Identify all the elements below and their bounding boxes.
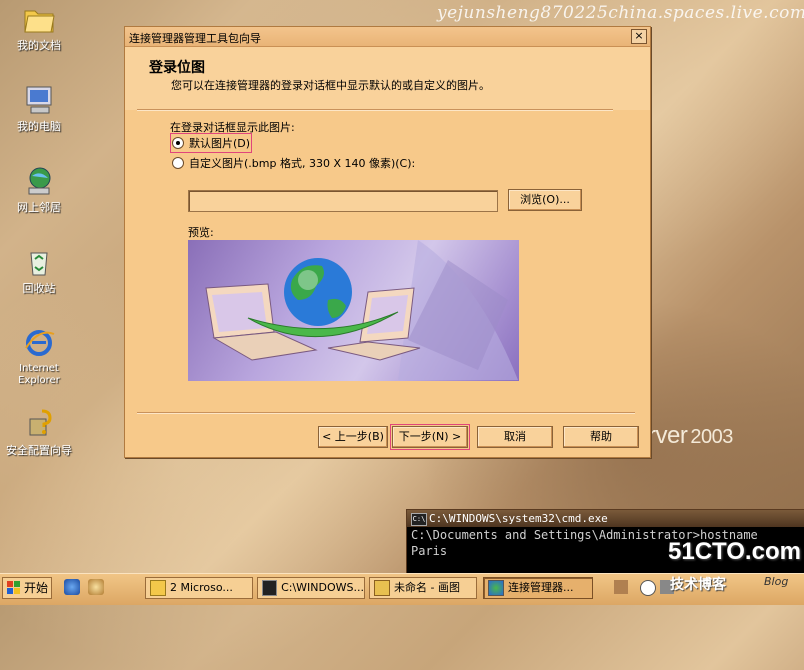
dialog-title: 连接管理器管理工具包向导 xyxy=(129,32,261,45)
watermark-url: yejunsheng870225china.spaces.live.com xyxy=(437,3,804,23)
taskbar-item-active[interactable]: 连接管理器... xyxy=(483,577,593,599)
desktop-icon-recycle-bin[interactable]: 回收站 xyxy=(2,245,76,295)
cmd-titlebar[interactable]: C:\ C:\WINDOWS\system32\cmd.exe xyxy=(407,510,804,527)
taskbar-item[interactable]: 2 Microso... xyxy=(145,577,253,599)
watermark-tech-blog: 技术博客 xyxy=(670,577,726,593)
desktop-icon-network[interactable]: 网上邻居 xyxy=(2,164,76,214)
preview-label: 预览: xyxy=(188,226,214,239)
tray-help-icon[interactable] xyxy=(640,580,656,596)
security-wizard-icon xyxy=(22,407,56,441)
cancel-button-label: 取消 xyxy=(504,430,526,443)
desktop-icon-internet-explorer[interactable]: Internet Explorer xyxy=(2,326,76,387)
radio-default-label: 默认图片(D) xyxy=(189,137,251,150)
taskbar-item-label: C:\WINDOWS... xyxy=(281,581,364,594)
desktop-icon-label: Internet Explorer xyxy=(18,363,60,386)
internet-explorer-icon xyxy=(22,326,56,360)
header-divider xyxy=(137,109,613,111)
back-button[interactable]: < 上一步(B) xyxy=(318,426,388,448)
back-button-label: < 上一步(B) xyxy=(322,430,384,443)
wizard-dialog: 连接管理器管理工具包向导 × 登录位图 您可以在连接管理器的登录对话框中显示默认… xyxy=(124,26,651,458)
radio-custom-label: 自定义图片(.bmp 格式, 330 X 140 像素)(C): xyxy=(189,157,416,170)
help-button-label: 帮助 xyxy=(590,430,612,443)
connection-manager-icon xyxy=(488,580,504,596)
desktop-icon-security-wizard[interactable]: 安全配置向导 xyxy=(2,407,76,457)
radio-default-picture[interactable]: 默认图片(D) xyxy=(169,133,253,153)
watermark-51cto: 51CTO.com xyxy=(668,538,801,565)
folder-icon xyxy=(150,580,166,596)
browse-button-label: 浏览(O)... xyxy=(520,193,570,206)
help-button[interactable]: 帮助 xyxy=(563,426,639,448)
desktop-icon-label: 我的电脑 xyxy=(17,120,61,133)
quicklaunch-ie-icon[interactable] xyxy=(64,579,80,595)
desktop-icon-label: 回收站 xyxy=(22,282,56,295)
windows-logo-icon xyxy=(7,581,20,594)
browse-button[interactable]: 浏览(O)... xyxy=(508,189,582,211)
desktop-icon-my-computer[interactable]: 我的电脑 xyxy=(2,83,76,133)
page-title: 登录位图 xyxy=(149,60,205,76)
wizard-header: 登录位图 您可以在连接管理器的登录对话框中显示默认的或自定义的图片。 xyxy=(125,47,650,110)
quicklaunch-app-icon[interactable] xyxy=(88,579,104,595)
network-icon xyxy=(22,164,56,198)
radio-unselected-icon xyxy=(172,157,184,169)
cmd-icon: C:\ xyxy=(411,513,427,526)
paint-icon xyxy=(374,580,390,596)
preview-image xyxy=(188,240,519,381)
taskbar-item-label: 2 Microso... xyxy=(170,581,233,594)
custom-picture-path-input[interactable] xyxy=(188,190,498,212)
close-button[interactable]: × xyxy=(631,29,647,44)
connection-manager-logo-image xyxy=(205,240,518,380)
taskbar-item[interactable]: 未命名 - 画图 xyxy=(369,577,477,599)
cmd-icon xyxy=(262,580,278,596)
computer-icon xyxy=(22,83,56,117)
taskbar-item[interactable]: C:\WINDOWS... xyxy=(257,577,365,599)
desktop-icon-label: 网上邻居 xyxy=(17,201,61,214)
desktop-icon-label: 安全配置向导 xyxy=(6,444,72,457)
taskbar-item-label: 连接管理器... xyxy=(508,581,574,594)
start-label: 开始 xyxy=(24,581,49,595)
tray-network-icon[interactable] xyxy=(614,580,628,594)
radio-selected-icon xyxy=(172,137,184,149)
dialog-titlebar[interactable]: 连接管理器管理工具包向导 × xyxy=(125,27,650,47)
group-label: 在登录对话框显示此图片: xyxy=(170,121,295,134)
cmd-title: C:\WINDOWS\system32\cmd.exe xyxy=(429,512,608,525)
footer-divider xyxy=(137,412,635,414)
folder-icon xyxy=(22,2,56,36)
start-button[interactable]: 开始 xyxy=(2,577,52,599)
close-icon: × xyxy=(634,29,644,42)
watermark-blog: Blog xyxy=(764,575,789,588)
cancel-button[interactable]: 取消 xyxy=(477,426,553,448)
recycle-bin-icon xyxy=(22,245,56,279)
page-subtitle: 您可以在连接管理器的登录对话框中显示默认的或自定义的图片。 xyxy=(171,79,490,92)
desktop-icon-label: 我的文档 xyxy=(17,39,61,52)
next-button-label: 下一步(N) > xyxy=(398,430,462,443)
desktop-icon-my-documents[interactable]: 我的文档 xyxy=(2,2,76,52)
background-brand-text: rver 2003 xyxy=(648,422,733,449)
next-button[interactable]: 下一步(N) > xyxy=(390,424,470,450)
radio-custom-picture[interactable]: 自定义图片(.bmp 格式, 330 X 140 像素)(C): xyxy=(172,155,415,171)
taskbar-item-label: 未命名 - 画图 xyxy=(394,581,460,594)
